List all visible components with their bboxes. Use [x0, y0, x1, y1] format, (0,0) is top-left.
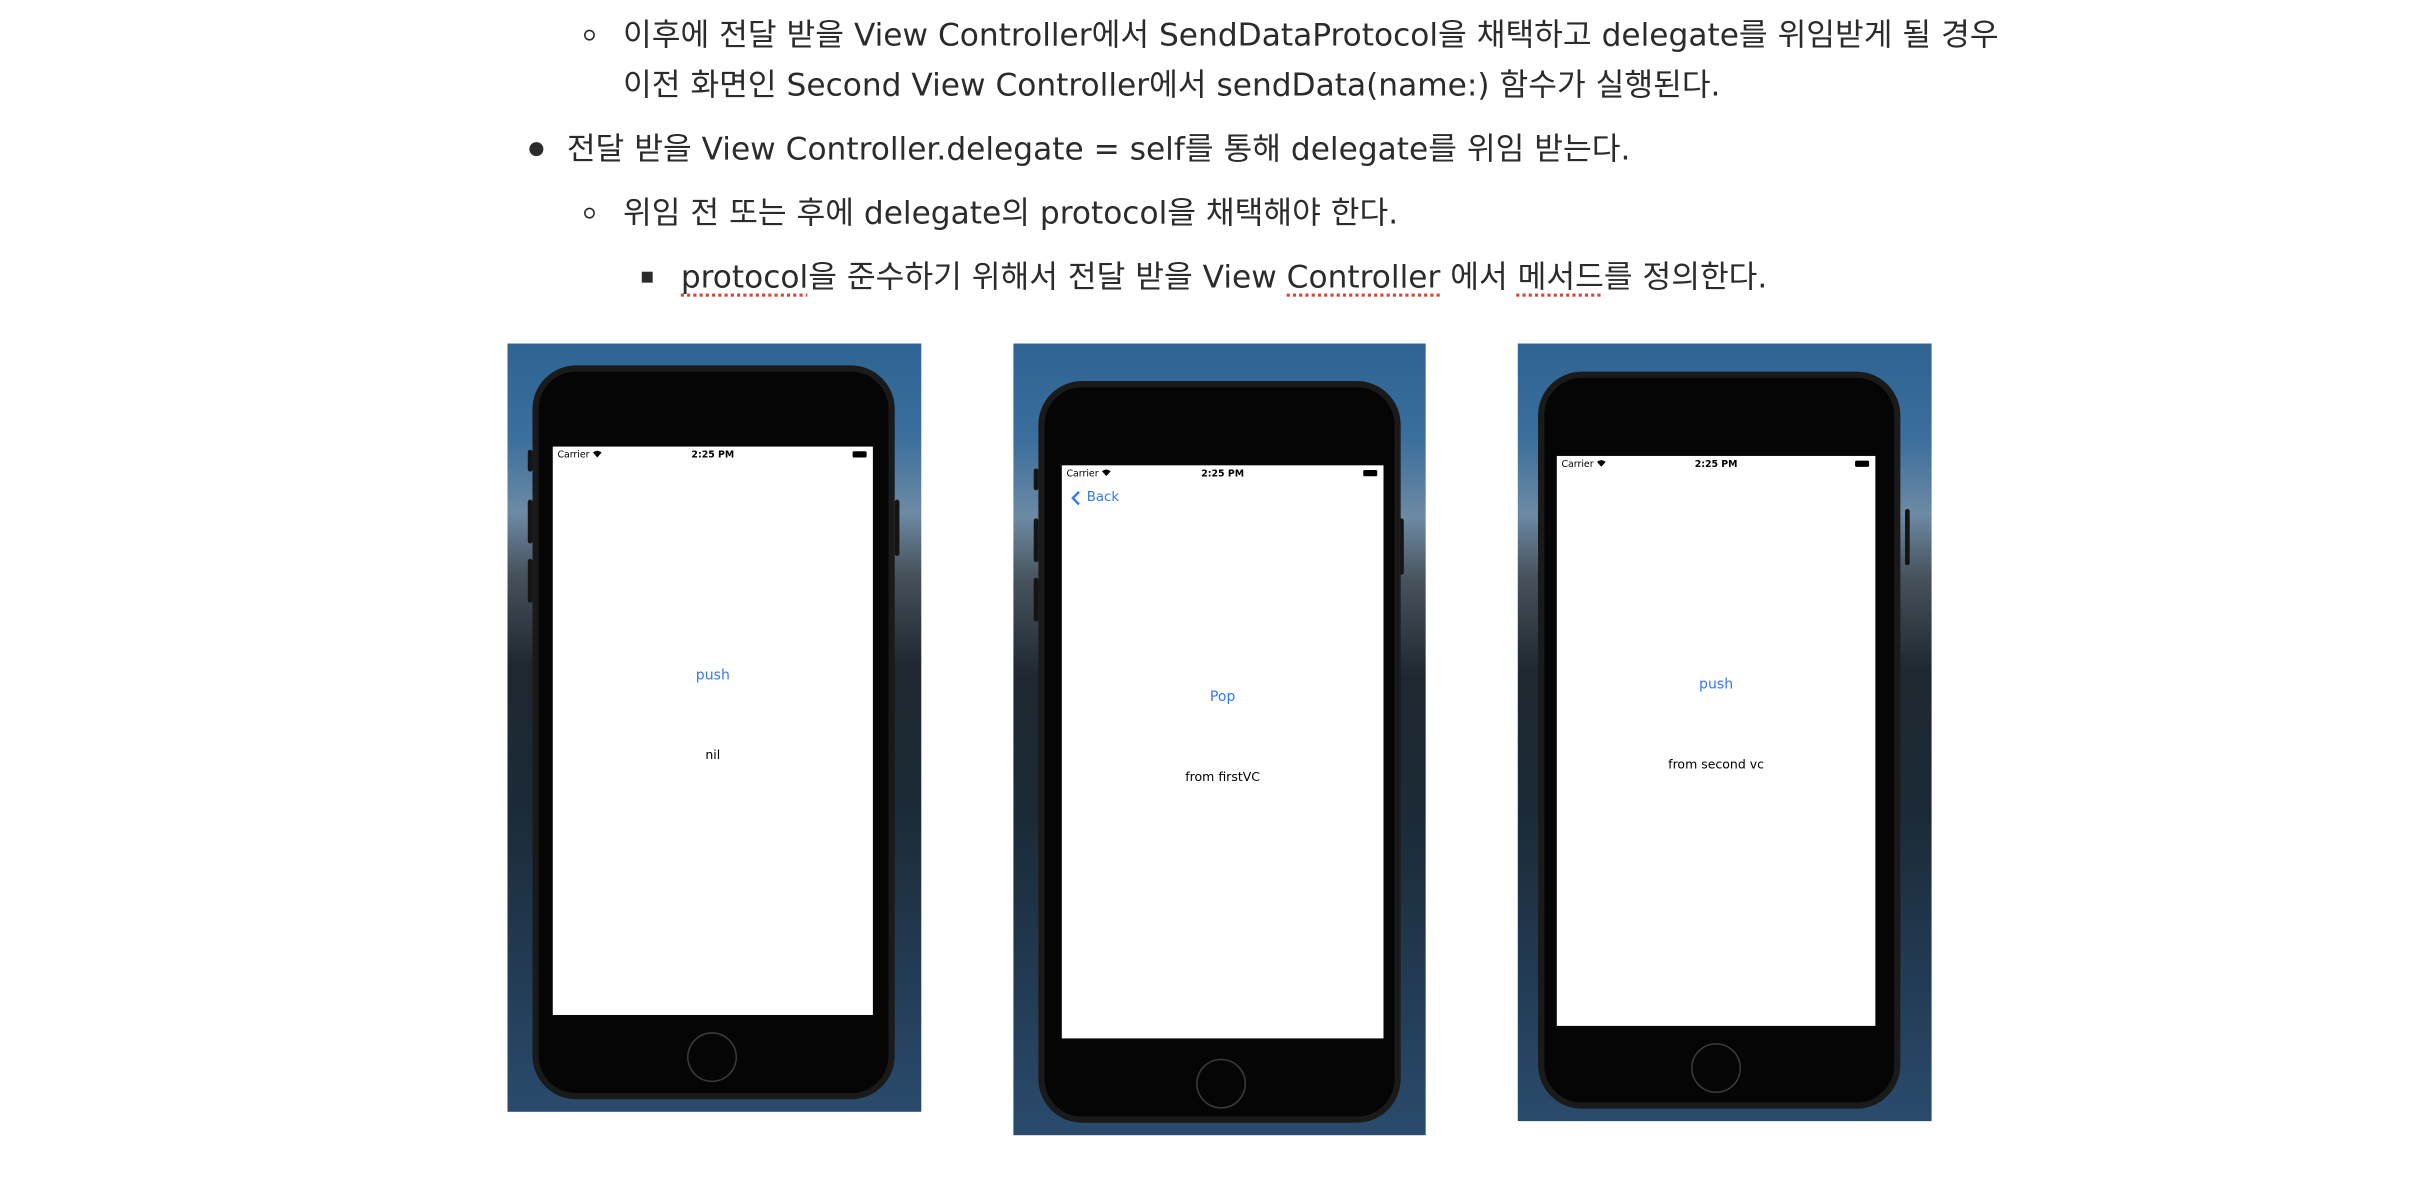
bullet-circle — [584, 207, 595, 219]
home-button-icon[interactable] — [1196, 1058, 1247, 1109]
doc-line-1: 이후에 전달 받을 View Controller에서 SendDataProt… — [623, 15, 1999, 54]
status-bar: Carrier 2:25 PM — [1557, 456, 1876, 473]
document-page: 이후에 전달 받을 View Controller에서 SendDataProt… — [0, 0, 2436, 1184]
doc-line-2: 이전 화면인 Second View Controller에서 sendData… — [623, 65, 1721, 104]
iphone-screen: Carrier 2:25 PM Back Pop from firstVC — [1061, 465, 1384, 1039]
battery-icon — [1855, 460, 1870, 467]
result-label: from second vc — [1668, 757, 1765, 772]
chevron-left-icon[interactable] — [1071, 490, 1080, 506]
battery-icon — [1363, 470, 1378, 477]
status-bar: Carrier 2:25 PM — [1062, 465, 1384, 482]
back-button[interactable]: Back — [1087, 490, 1119, 506]
iphone-screen: Carrier 2:25 PM push from second vc — [1556, 455, 1876, 1026]
misspelled-word: 메서드 — [1517, 257, 1604, 296]
doc-line-3: 전달 받을 View Controller.delegate = self를 통… — [566, 129, 1631, 168]
iphone-screen: Carrier 2:25 PM push nil — [552, 446, 873, 1015]
push-button[interactable]: push — [1557, 678, 1876, 694]
battery-icon — [852, 451, 867, 458]
power-button — [1905, 509, 1910, 566]
push-button[interactable]: push — [553, 668, 873, 684]
status-time: 2:25 PM — [691, 449, 735, 461]
bullet-circle — [584, 29, 595, 41]
simulator-screenshot-2: Carrier 2:25 PM Back Pop from firstVC — [1013, 343, 1426, 1136]
pop-button[interactable]: Pop — [1062, 690, 1384, 706]
simulator-screenshot-1: Carrier 2:25 PM push nil — [507, 343, 922, 1112]
misspelled-word: Controller — [1286, 257, 1441, 296]
status-bar: Carrier 2:25 PM — [553, 447, 873, 464]
text-segment: 에서 — [1440, 257, 1518, 296]
result-label: nil — [705, 747, 721, 763]
power-button — [894, 499, 900, 556]
misspelled-word: protocol — [680, 257, 809, 296]
status-time: 2:25 PM — [1201, 468, 1245, 480]
text-segment: 를 정의한다. — [1603, 257, 1768, 296]
doc-line-4: 위임 전 또는 후에 delegate의 protocol을 채택해야 한다. — [623, 193, 1399, 232]
result-label: from firstVC — [1185, 769, 1261, 784]
text-segment: 을 준수하기 위해서 전달 받을 View — [808, 257, 1287, 296]
bullet-square — [641, 271, 653, 283]
home-button-icon[interactable] — [687, 1032, 738, 1083]
home-button-icon[interactable] — [1691, 1043, 1742, 1094]
bullet-disc — [529, 142, 544, 157]
simulator-screenshot-3: Carrier 2:25 PM push from second vc — [1517, 343, 1932, 1122]
doc-line-5: protocol을 준수하기 위해서 전달 받을 View Controller… — [681, 251, 1768, 301]
status-time: 2:25 PM — [1694, 459, 1738, 471]
